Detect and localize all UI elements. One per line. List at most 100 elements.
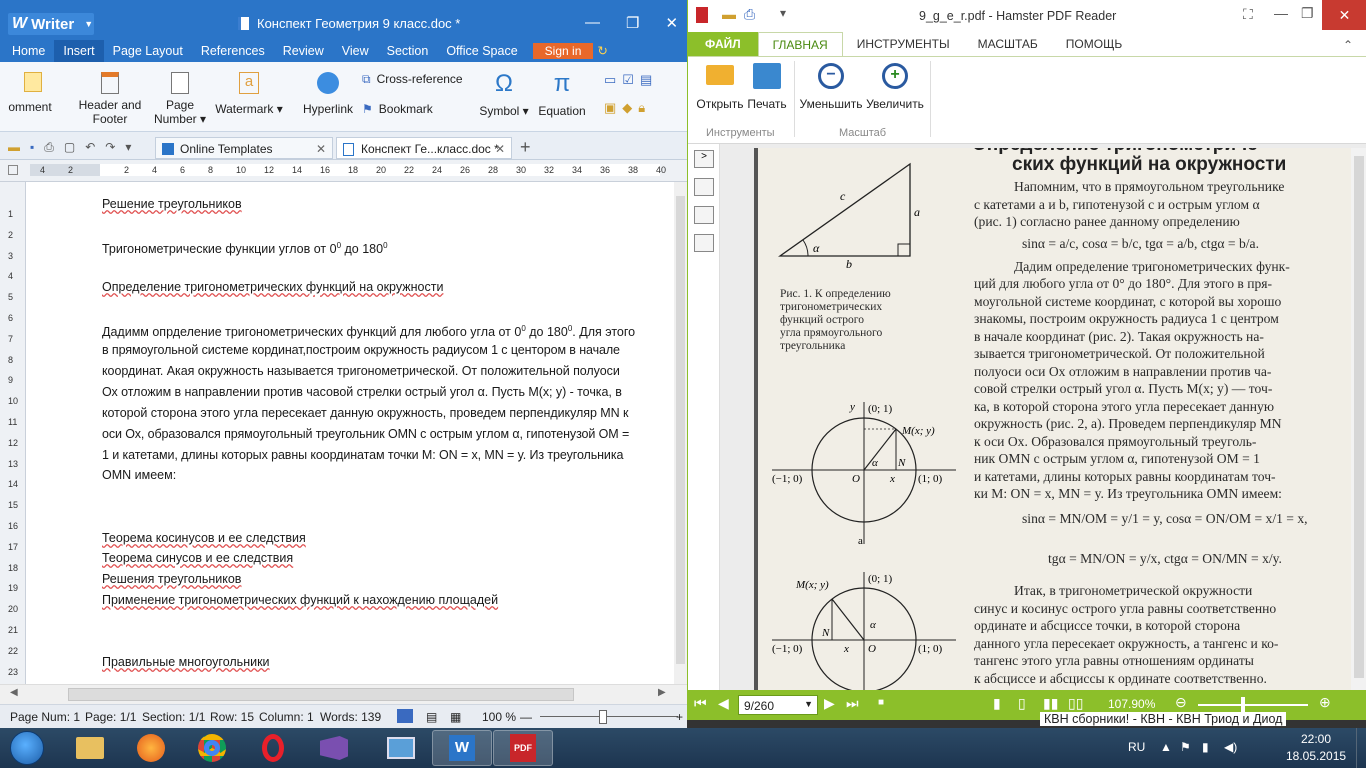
volume-icon[interactable]: ◀) <box>1224 740 1237 754</box>
two-page-continuous-icon[interactable]: ▯▯ <box>1068 695 1083 712</box>
pdf-document-view[interactable]: Определение тригонометриче- ских функций… <box>720 144 1366 690</box>
tab-file[interactable]: ФАЙЛ <box>688 32 758 56</box>
single-page-view-icon[interactable]: ▮ <box>993 695 1001 712</box>
minimize-button[interactable]: — <box>585 14 600 32</box>
dropdown-field-icon[interactable]: ▤ <box>640 72 652 88</box>
pdf-vertical-scrollbar[interactable] <box>1351 148 1366 690</box>
zoom-in-icon[interactable]: ⊕ <box>1319 694 1331 711</box>
tab-tools[interactable]: ИНСТРУМЕНТЫ <box>843 32 964 56</box>
taskbar-chrome[interactable] <box>182 730 242 766</box>
zoom-out-button[interactable]: − Уменьшить <box>798 63 864 111</box>
open-folder-icon[interactable]: ▬ <box>8 140 20 155</box>
flag-icon[interactable]: ⚑ <box>1180 740 1191 754</box>
taskbar-pdf-reader[interactable]: PDF <box>493 730 553 766</box>
tab-close-icon[interactable]: ✕ <box>316 142 326 156</box>
first-page-icon[interactable]: ⏮ <box>694 695 707 712</box>
menu-view[interactable]: View <box>333 40 378 62</box>
eraser-icon[interactable]: ◆ <box>622 100 632 116</box>
horizontal-ruler[interactable]: 4 2 2 4 6 8 10 12 14 16 18 20 22 24 26 28 30 32 34 36 38 40 <box>0 160 687 182</box>
header-footer-button[interactable]: Header and Footer <box>76 72 144 126</box>
scrollbar-thumb[interactable] <box>68 688 574 701</box>
stop-icon[interactable]: ■ <box>878 697 884 708</box>
page-number-button[interactable]: Page Number ▾ <box>150 72 210 126</box>
clock-time[interactable]: 22:00 <box>1286 732 1346 746</box>
watermark-button[interactable]: a Watermark ▾ <box>212 72 286 116</box>
doc-paragraph-line-4[interactable]: Ох отложим в направлении против часовой … <box>102 382 659 403</box>
print-icon[interactable]: ⎙ <box>44 140 54 155</box>
close-button[interactable]: ✕ <box>665 14 678 32</box>
zoom-slider-handle[interactable] <box>1241 697 1245 713</box>
network-icon[interactable]: ▮ <box>1202 740 1209 754</box>
zoom-in-button[interactable]: + Увеличить <box>864 63 926 111</box>
collapse-ribbon-icon[interactable]: ⌃ <box>1343 38 1353 56</box>
annotations-panel-icon[interactable] <box>694 234 714 252</box>
zoom-slider-track[interactable] <box>1198 704 1308 706</box>
restore-button[interactable]: ❐ <box>626 14 639 32</box>
zoom-slider-handle[interactable] <box>599 710 607 724</box>
undo-icon[interactable]: ↶ <box>85 140 95 155</box>
customize-toolbar-icon[interactable]: ▾ <box>780 6 786 20</box>
menu-home[interactable]: Home <box>0 40 54 62</box>
previous-page-icon[interactable]: ◀ <box>718 695 729 712</box>
writer-horizontal-scrollbar[interactable]: ◀ ▶ <box>0 684 687 704</box>
open-button[interactable]: Открыть <box>696 65 744 111</box>
zoom-slider-track[interactable] <box>540 716 678 717</box>
bookmark-button[interactable]: ⚑ Bookmark <box>362 102 433 116</box>
writer-app-menu-button[interactable]: W Writer ▼ <box>8 13 94 35</box>
zoom-out-icon[interactable]: ⊖ <box>1175 694 1187 711</box>
tab-help[interactable]: ПОМОЩЬ <box>1052 32 1136 56</box>
hyperlink-button[interactable]: Hyperlink <box>298 72 358 116</box>
doc-line-heading-1[interactable]: Решение треугольников <box>102 194 659 215</box>
menu-page-layout[interactable]: Page Layout <box>104 40 192 62</box>
save-icon[interactable]: ▪ <box>30 140 34 155</box>
two-page-view-icon[interactable]: ▮▮ <box>1043 695 1058 712</box>
checkbox-icon[interactable]: ☑ <box>622 72 634 88</box>
web-view-icon[interactable]: ▦ <box>450 710 461 724</box>
bookmarks-panel-icon[interactable] <box>694 178 714 196</box>
doc-topic-1[interactable]: Теорема косинусов и ее следствия <box>102 528 659 549</box>
cross-reference-button[interactable]: ⧉ Cross-reference <box>362 72 463 87</box>
tab-stop-selector[interactable] <box>8 165 18 175</box>
doc-paragraph-line-5[interactable]: которой сторона этого угла пересекает да… <box>102 403 659 424</box>
new-tab-button[interactable]: + <box>520 137 531 158</box>
tab-online-templates[interactable]: Online Templates ✕ <box>155 137 333 159</box>
taskbar-explorer[interactable] <box>60 730 120 766</box>
taskbar-firefox[interactable] <box>121 730 181 766</box>
field-icon[interactable]: ▣ <box>604 100 616 116</box>
next-page-icon[interactable]: ▶ <box>824 695 835 712</box>
minimize-button[interactable]: — <box>1274 5 1288 21</box>
doc-paragraph-line-3[interactable]: координат. Акая окружность называется тр… <box>102 361 659 382</box>
menu-section[interactable]: Section <box>378 40 438 62</box>
tab-home[interactable]: ГЛАВНАЯ <box>757 32 843 56</box>
redo-icon[interactable]: ↷ <box>105 140 115 155</box>
lock-icon[interactable]: 🔒︎ <box>638 100 645 116</box>
tab-document[interactable]: Конспект Ге...класс.doc * ✕ <box>336 137 512 159</box>
close-button[interactable]: ✕ <box>1322 0 1366 30</box>
doc-paragraph-line-8[interactable]: OMN имеем: <box>102 465 659 486</box>
print-layout-view-icon[interactable] <box>397 709 413 723</box>
doc-topic-4[interactable]: Применение тригонометрических функций к … <box>102 590 659 611</box>
start-button[interactable] <box>4 729 50 767</box>
equation-button[interactable]: π Equation <box>534 70 590 118</box>
menu-references[interactable]: References <box>192 40 274 62</box>
symbol-button[interactable]: Ω Symbol ▾ <box>474 70 534 118</box>
text-field-icon[interactable]: ▭ <box>604 72 616 88</box>
comment-button[interactable]: omment <box>0 72 60 114</box>
doc-line-heading-2[interactable]: Тригонометрические функции углов от 00 д… <box>102 236 659 260</box>
open-folder-icon[interactable]: ▬ <box>722 6 736 22</box>
expand-panel-button[interactable]: > <box>694 150 714 168</box>
show-hidden-icons[interactable]: ▲ <box>1160 740 1172 754</box>
sign-in-button[interactable]: Sign in <box>532 43 594 59</box>
menu-insert[interactable]: Insert <box>54 40 104 62</box>
language-indicator[interactable]: RU <box>1128 740 1145 754</box>
taskbar-writer[interactable]: W <box>432 730 492 766</box>
show-desktop-button[interactable] <box>1356 728 1366 768</box>
zoom-in-icon[interactable]: + <box>676 710 683 724</box>
tab-scale[interactable]: МАСШТАБ <box>964 32 1052 56</box>
restore-button[interactable]: ❐ <box>1301 5 1314 22</box>
continuous-view-icon[interactable]: ▯ <box>1018 695 1026 712</box>
taskbar-opera[interactable] <box>243 730 303 766</box>
outline-view-icon[interactable]: ▤ <box>426 710 437 724</box>
doc-paragraph-line-7[interactable]: 1 и катетами, длины которых равны коорди… <box>102 445 659 466</box>
vertical-ruler[interactable]: 1 2 3 4 5 6 7 8 9 10 11 12 13 14 15 16 17 18 19 20 21 22 23 <box>0 182 26 684</box>
